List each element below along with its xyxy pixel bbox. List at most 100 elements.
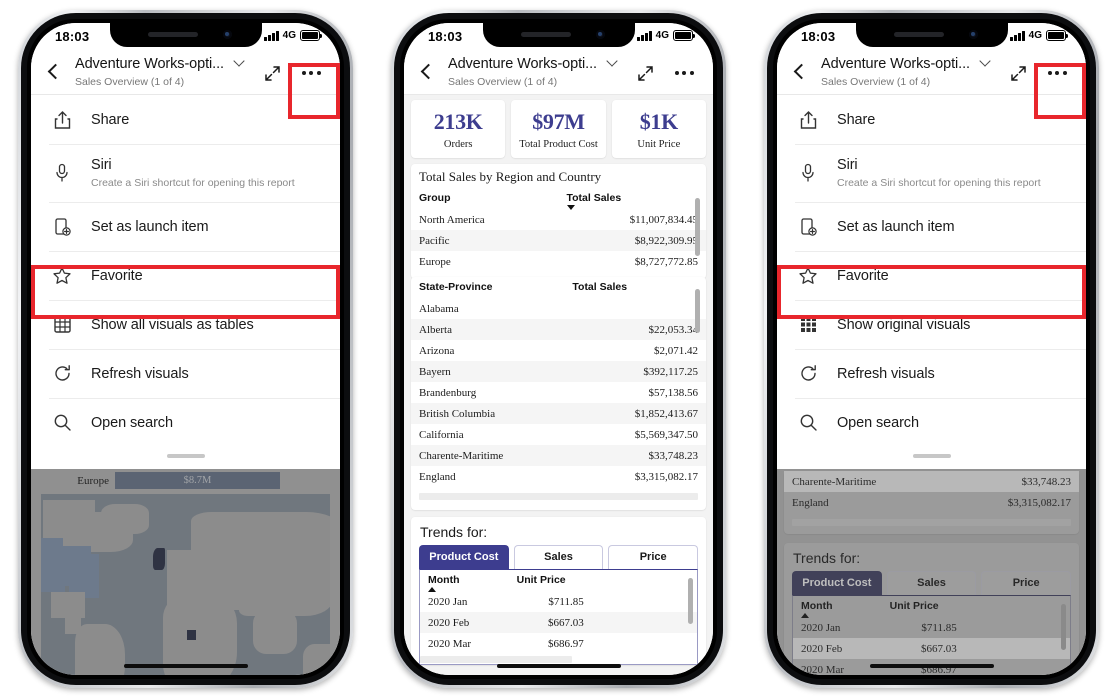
tab-sales[interactable]: Sales — [886, 571, 977, 595]
menu-item-label: Share — [91, 111, 130, 128]
table-row[interactable]: California $5,569,347.50 — [411, 424, 706, 445]
more-options-icon[interactable] — [665, 59, 703, 87]
chevron-down-icon[interactable] — [981, 57, 990, 66]
menu-item-siri[interactable]: Siri Create a Siri shortcut for opening … — [777, 144, 1086, 202]
home-indicator[interactable] — [123, 663, 248, 668]
more-options-icon[interactable] — [1038, 59, 1076, 87]
sheet-grabber[interactable] — [31, 447, 340, 465]
chevron-left-icon[interactable] — [420, 62, 432, 82]
phone-mockup-2: 18:03 4G Adventure Works-opti... Sales O… — [391, 10, 726, 688]
tab-price[interactable]: Price — [981, 571, 1072, 595]
table-row[interactable]: Europe $8,727,772.85 — [411, 251, 706, 272]
menu-item-text: Set as launch item — [91, 218, 209, 236]
earpiece-speaker — [520, 32, 571, 37]
table-row[interactable]: Pacific $8,922,309.95 — [411, 230, 706, 251]
battery-icon — [1046, 30, 1069, 41]
phone-screen-1: 18:03 4G Adventure Works-opti... Sales O… — [31, 23, 340, 675]
expand-icon[interactable] — [1009, 64, 1028, 83]
menu-item-open-search[interactable]: Open search — [777, 398, 1086, 447]
table-row[interactable]: British Columbia $1,852,413.67 — [411, 403, 706, 424]
menu-item-text: Siri Create a Siri shortcut for opening … — [91, 156, 295, 190]
menu-item-set-as-launch-item[interactable]: Set as launch item — [777, 202, 1086, 251]
column-header-state-province[interactable]: State-Province — [411, 277, 564, 298]
table-row[interactable]: Alabama — [411, 298, 706, 319]
menu-item-favorite[interactable]: Favorite — [31, 251, 340, 300]
table-row[interactable]: Alberta $22,053.34 — [411, 319, 706, 340]
region-table-scroll-body[interactable]: North America $11,007,834.45 Pacific $8,… — [411, 209, 706, 279]
menu-item-show-all-visuals-as-tables[interactable]: Show all visuals as tables — [31, 300, 340, 349]
column-header-unit-price[interactable]: Unit Price — [882, 596, 965, 617]
table-row[interactable]: Charente-Maritime $33,748.23 — [411, 445, 706, 466]
menu-item-open-search[interactable]: Open search — [31, 398, 340, 447]
column-header-unit-price[interactable]: Unit Price — [509, 570, 592, 591]
cell-total-sales: $2,071.42 — [654, 344, 698, 357]
trends-card-dim: Trends for: Product Cost Sales Price Mon… — [784, 543, 1079, 675]
tab-product-cost[interactable]: Product Cost — [792, 571, 882, 595]
menu-item-refresh-visuals[interactable]: Refresh visuals — [777, 349, 1086, 398]
menu-item-refresh-visuals[interactable]: Refresh visuals — [31, 349, 340, 398]
column-header-total-sales[interactable]: Total Sales — [564, 277, 706, 298]
cell-unit-price: $711.85 — [548, 595, 584, 608]
more-options-icon[interactable] — [292, 59, 330, 87]
table-row[interactable]: 2020 Jan $711.85 — [793, 617, 1070, 638]
bar-chart-row: Europe $8.7M — [31, 469, 340, 494]
table-row[interactable]: 2020 Feb $667.03 — [420, 612, 697, 633]
column-header-month[interactable]: Month — [420, 570, 509, 592]
menu-item-set-as-launch-item[interactable]: Set as launch item — [31, 202, 340, 251]
table-header-row: Month Unit Price — [793, 596, 1070, 618]
menu-item-text: Refresh visuals — [91, 365, 189, 383]
status-time: 18:03 — [428, 29, 463, 44]
region-table-scrollbar[interactable] — [695, 198, 700, 256]
kpi-card[interactable]: 213K Orders — [411, 100, 506, 158]
world-map[interactable]: Microsoft Bing © 2021 Microsoft Corporat… — [41, 494, 330, 675]
table-row[interactable]: Brandenburg $57,138.56 — [411, 382, 706, 403]
menu-item-text: Show original visuals — [837, 316, 970, 334]
trends-scrollbar[interactable] — [1061, 604, 1066, 650]
table-header-row: Month Unit Price — [420, 570, 697, 592]
chevron-down-icon[interactable] — [608, 57, 617, 66]
trends-scrollbar[interactable] — [688, 578, 693, 624]
state-table-scrollbar[interactable] — [695, 289, 700, 333]
home-indicator[interactable] — [869, 663, 994, 668]
table-row[interactable]: 2020 Jan $711.85 — [420, 591, 697, 612]
table-row[interactable]: Charente-Maritime $33,748.23 — [784, 471, 1079, 492]
column-header-month[interactable]: Month — [793, 596, 882, 618]
cell-total-sales: $3,315,082.17 — [1007, 496, 1071, 509]
bar-value-label: $8.7M — [115, 472, 280, 489]
tab-price[interactable]: Price — [608, 545, 699, 569]
menu-item-share[interactable]: Share — [31, 95, 340, 144]
table-row[interactable]: Bayern $392,117.25 — [411, 361, 706, 382]
expand-icon[interactable] — [636, 64, 655, 83]
table-row[interactable]: 2020 Mar $686.97 — [420, 633, 697, 654]
table-row[interactable]: England $3,315,082.17 — [411, 466, 706, 487]
column-header-group[interactable]: Group — [411, 188, 559, 209]
tab-sales[interactable]: Sales — [513, 545, 604, 569]
table-header-row: State-Province Total Sales — [411, 277, 706, 298]
sort-ascending-icon — [428, 587, 436, 592]
page-title: Adventure Works-opti... — [75, 56, 224, 72]
menu-item-show-original-visuals[interactable]: Show original visuals — [777, 300, 1086, 349]
trends-table-panel[interactable]: Month Unit Price 2020 Jan $711.85 2020 Fe… — [419, 569, 698, 665]
expand-icon[interactable] — [263, 64, 282, 83]
cell-state: British Columbia — [411, 403, 565, 424]
notch — [109, 23, 262, 47]
kpi-card[interactable]: $97M Total Product Cost — [511, 100, 606, 158]
chevron-down-icon[interactable] — [235, 57, 244, 66]
table-row[interactable]: England $3,315,082.17 — [784, 492, 1079, 513]
chevron-left-icon[interactable] — [793, 62, 805, 82]
cell-month: 2020 Mar — [428, 637, 472, 650]
tab-product-cost[interactable]: Product Cost — [419, 545, 509, 569]
state-table-scroll-body[interactable]: Alabama Alberta $22,053.34 Arizona $2,071.… — [411, 298, 706, 510]
home-indicator[interactable] — [496, 663, 621, 668]
menu-item-favorite[interactable]: Favorite — [777, 251, 1086, 300]
table-row[interactable]: North America $11,007,834.45 — [411, 209, 706, 230]
column-header-total-sales[interactable]: Total Sales — [559, 188, 707, 210]
table-row[interactable]: Arizona $2,071.42 — [411, 340, 706, 361]
sheet-grabber[interactable] — [777, 447, 1086, 465]
kpi-card[interactable]: $1K Unit Price — [611, 100, 706, 158]
chevron-left-icon[interactable] — [47, 62, 59, 82]
page-subtitle: Sales Overview (1 of 4) — [75, 76, 185, 88]
table-row[interactable]: 2020 Feb $667.03 — [793, 638, 1070, 659]
menu-item-share[interactable]: Share — [777, 95, 1086, 144]
menu-item-siri[interactable]: Siri Create a Siri shortcut for opening … — [31, 144, 340, 202]
